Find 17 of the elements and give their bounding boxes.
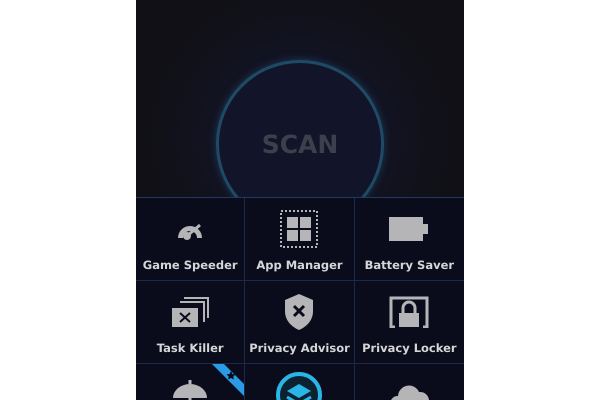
padlock-screen-icon xyxy=(389,296,430,328)
tool-tile[interactable]: Game Speeder xyxy=(136,198,246,281)
tile-label: Game Speeder xyxy=(142,258,238,272)
shield-icon xyxy=(284,293,314,331)
tool-tile[interactable]: Privacy Advisor xyxy=(245,281,355,364)
tool-tile[interactable]: Privacy Locker xyxy=(354,281,464,364)
tile-label: Task Killer xyxy=(156,341,224,355)
stacked-windows-icon xyxy=(170,296,210,328)
tile-label: Privacy Advisor xyxy=(249,341,350,355)
tool-tile[interactable]: Battery Saver xyxy=(354,198,464,281)
tile-label: Privacy Locker xyxy=(362,341,457,355)
tile-label: Battery Saver xyxy=(364,258,454,272)
tool-tile[interactable]: App Manager xyxy=(245,198,355,281)
grid-icon xyxy=(280,210,318,248)
tile-label: App Manager xyxy=(256,258,343,272)
tool-tile[interactable]: Task Killer xyxy=(136,281,246,364)
battery-icon xyxy=(389,217,430,241)
